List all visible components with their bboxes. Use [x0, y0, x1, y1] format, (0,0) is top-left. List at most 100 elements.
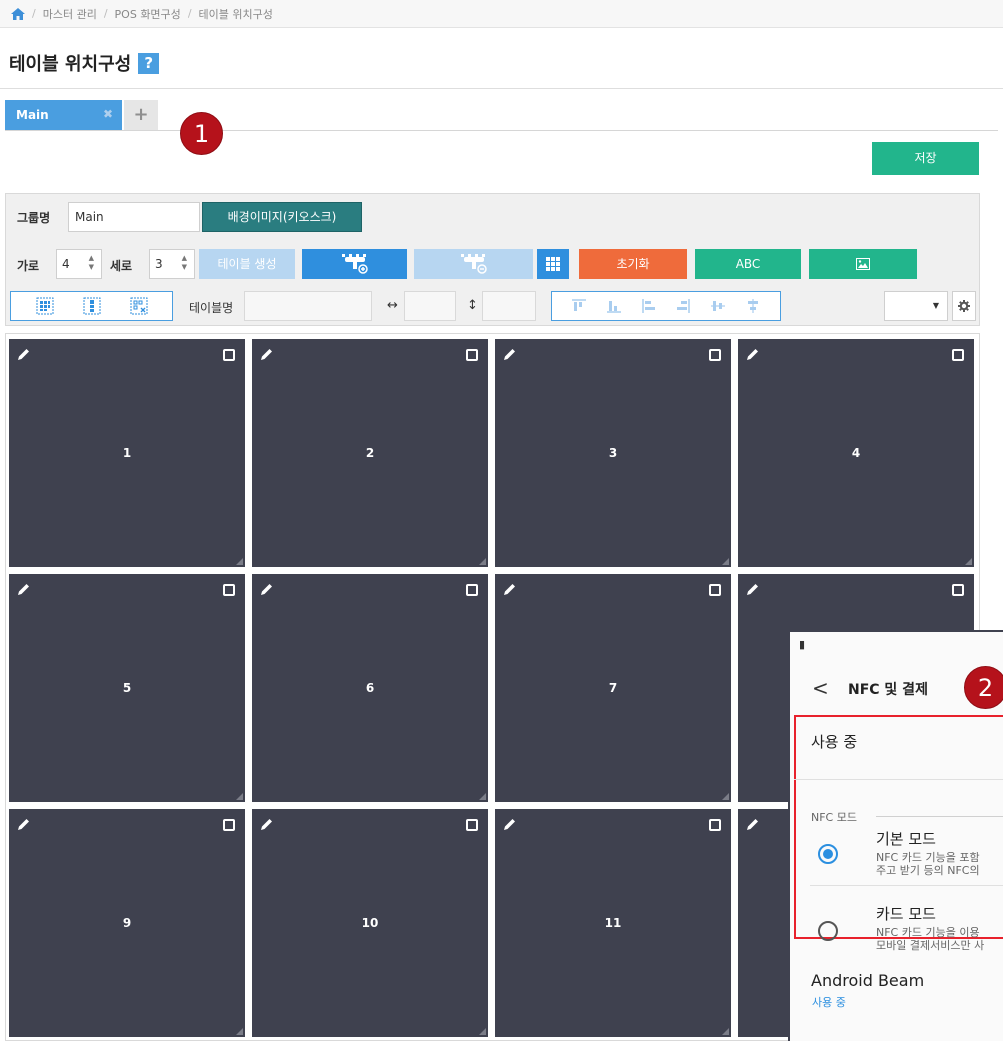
deselect-icon[interactable]	[130, 297, 148, 315]
phone-screenshot-overlay: ▮ < NFC 및 결제 사용 중 NFC 모드 기본 모드 NFC 카드 기능…	[788, 630, 1003, 1041]
title-divider	[0, 88, 1003, 89]
align-tools-group	[551, 291, 781, 321]
status-icon: ▮	[799, 638, 806, 651]
stepper-arrows-icon[interactable]: ▲ ▼	[89, 254, 94, 272]
table-tile[interactable]: 3	[495, 339, 731, 567]
columns-value: 4	[62, 257, 70, 271]
section-line	[876, 816, 1003, 817]
tab-close-icon[interactable]: ✖	[102, 108, 114, 120]
card-mode-title: 카드 모드	[876, 905, 936, 923]
table-height-input[interactable]	[482, 291, 536, 321]
default-mode-desc: NFC 카드 기능을 포함 주고 받기 등의 NFC의	[876, 851, 980, 877]
resize-handle[interactable]	[236, 1028, 243, 1035]
table-tile[interactable]: 1	[9, 339, 245, 567]
image-button[interactable]	[809, 249, 917, 279]
table-number: 11	[604, 916, 622, 930]
gear-icon	[958, 300, 970, 312]
selection-tools-group	[10, 291, 173, 321]
table-name-input[interactable]	[244, 291, 372, 321]
divider	[810, 885, 1003, 886]
rows-stepper[interactable]: 3 ▲ ▼	[149, 249, 195, 279]
page-title-text: 테이블 위치구성	[9, 54, 132, 75]
table-tile[interactable]: 5	[9, 574, 245, 802]
breadcrumb-item-pos-screen[interactable]: POS 화면구성	[115, 6, 181, 22]
select-column-icon[interactable]	[83, 297, 101, 315]
table-number: 10	[361, 916, 379, 930]
resize-handle[interactable]	[236, 793, 243, 800]
table-tile[interactable]: 7	[495, 574, 731, 802]
nfc-mode-section-label: NFC 모드	[811, 811, 857, 824]
resize-handle[interactable]	[479, 793, 486, 800]
resize-handle[interactable]	[722, 558, 729, 565]
settings-button[interactable]	[952, 291, 976, 321]
align-center-vertical-icon[interactable]	[709, 297, 727, 315]
table-number: 6	[365, 681, 375, 695]
default-mode-title: 기본 모드	[876, 830, 936, 848]
nfc-in-use-label[interactable]: 사용 중	[811, 731, 857, 752]
select-all-icon[interactable]	[36, 297, 54, 315]
table-number: 7	[608, 681, 618, 695]
table-number: 9	[122, 916, 132, 930]
stepper-arrows-icon[interactable]: ▲ ▼	[182, 254, 187, 272]
home-icon[interactable]	[11, 7, 25, 20]
page-title: 테이블 위치구성 ?	[9, 50, 160, 76]
option-select[interactable]: ▼	[884, 291, 948, 321]
table-tile[interactable]: 2	[252, 339, 488, 567]
phone-title: NFC 및 결제	[848, 682, 928, 698]
remove-table-button[interactable]	[414, 249, 533, 279]
table-tile[interactable]: 11	[495, 809, 731, 1037]
toolbar-panel: 그룹명 Main 배경이미지(키오스크) 가로 4 ▲ ▼ 세로 3 ▲ ▼ 테이블…	[5, 193, 980, 326]
resize-handle[interactable]	[722, 793, 729, 800]
table-name-label: 테이블명	[189, 301, 234, 315]
callout-badge-1: 1	[180, 112, 223, 155]
resize-handle[interactable]	[479, 558, 486, 565]
height-icon: ↕	[467, 298, 478, 313]
tab-main[interactable]: Main ✖	[5, 100, 122, 130]
breadcrumb: / 마스터 관리 / POS 화면구성 / 테이블 위치구성	[0, 0, 1003, 28]
rows-label: 세로	[110, 259, 133, 273]
table-tile[interactable]: 9	[9, 809, 245, 1037]
resize-handle[interactable]	[965, 558, 972, 565]
width-icon: ↔	[387, 298, 398, 313]
grid-icon	[546, 257, 560, 271]
rows-value: 3	[155, 257, 163, 271]
align-right-icon[interactable]	[674, 297, 692, 315]
table-tile[interactable]: 10	[252, 809, 488, 1037]
divider	[794, 779, 1003, 780]
align-top-icon[interactable]	[570, 297, 588, 315]
android-beam-status: 사용 중	[812, 996, 846, 1009]
save-button[interactable]: 저장	[872, 142, 979, 175]
table-number: 4	[851, 446, 861, 460]
align-left-icon[interactable]	[640, 297, 658, 315]
image-icon	[856, 258, 870, 270]
tab-divider	[5, 130, 998, 131]
resize-handle[interactable]	[236, 558, 243, 565]
breadcrumb-item-master[interactable]: 마스터 관리	[43, 6, 97, 22]
reset-button[interactable]: 초기화	[579, 249, 687, 279]
breadcrumb-item-current: 테이블 위치구성	[198, 7, 273, 21]
abc-button[interactable]: ABC	[695, 249, 801, 279]
create-tables-button[interactable]: 테이블 생성	[199, 249, 295, 279]
columns-stepper[interactable]: 4 ▲ ▼	[56, 249, 102, 279]
group-name-input[interactable]: Main	[68, 202, 200, 232]
table-add-icon	[341, 254, 368, 274]
table-tile[interactable]: 4	[738, 339, 974, 567]
android-beam-label[interactable]: Android Beam	[811, 971, 924, 990]
breadcrumb-separator: /	[187, 7, 192, 20]
resize-handle[interactable]	[479, 1028, 486, 1035]
radio-card-mode[interactable]	[818, 921, 838, 941]
align-center-horizontal-icon[interactable]	[744, 297, 762, 315]
resize-handle[interactable]	[722, 1028, 729, 1035]
table-width-input[interactable]	[404, 291, 456, 321]
table-tile[interactable]: 6	[252, 574, 488, 802]
grid-layout-button[interactable]	[537, 249, 569, 279]
table-number: 1	[122, 446, 132, 460]
add-tab-button[interactable]: +	[124, 100, 158, 130]
card-mode-desc: NFC 카드 기능을 이용 모바일 결제서비스만 사	[876, 926, 985, 952]
back-icon[interactable]: <	[812, 676, 829, 700]
radio-default-mode[interactable]	[818, 844, 838, 864]
background-image-button[interactable]: 배경이미지(키오스크)	[202, 202, 362, 232]
help-icon[interactable]: ?	[138, 52, 160, 74]
add-table-button[interactable]	[302, 249, 407, 279]
align-bottom-icon[interactable]	[605, 297, 623, 315]
